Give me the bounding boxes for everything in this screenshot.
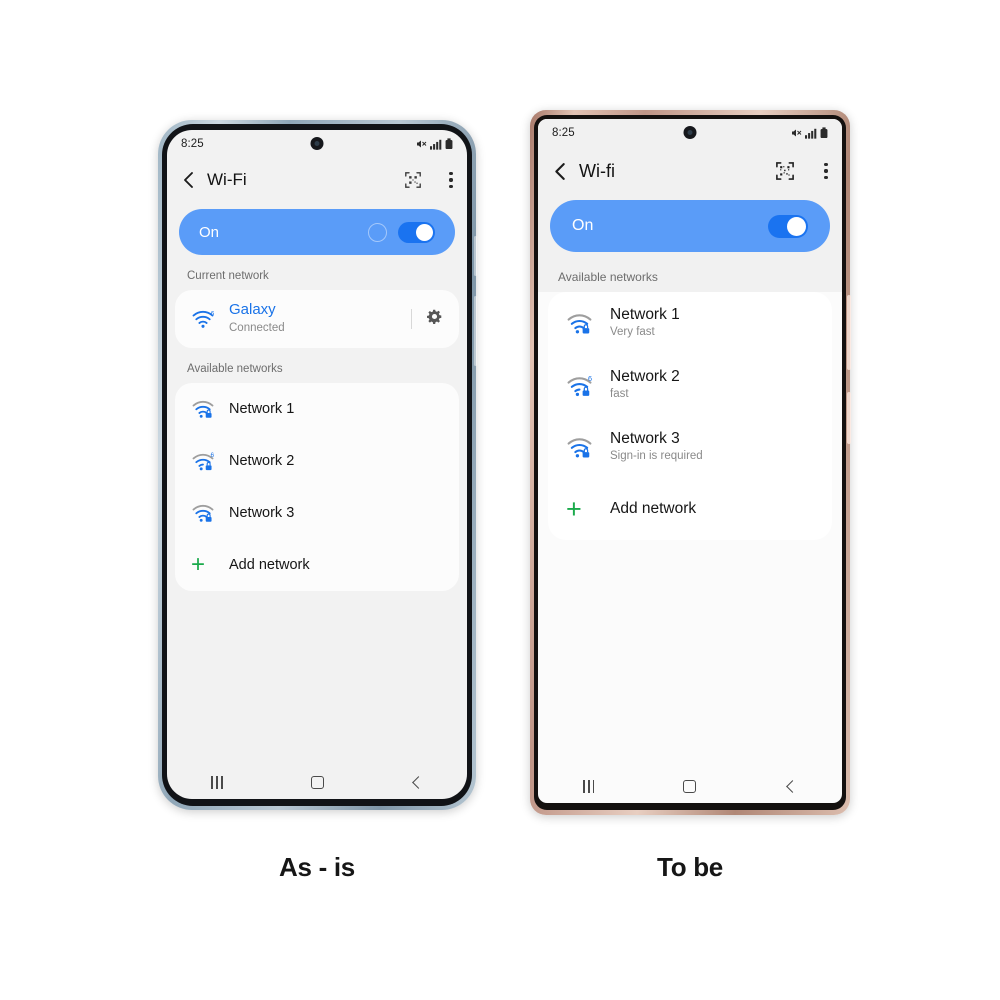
wifi-toggle-banner[interactable]: On [179,209,455,255]
phone-screen: 8:25 [538,119,842,803]
comparison-stage: 8:25 Wi-Fi On Current network 6 Galaxy C… [0,0,1000,1000]
caption-to-be: To be [657,852,723,882]
back-chevron-icon[interactable] [552,162,567,181]
svg-text:6: 6 [211,310,215,317]
network-status: fast [610,388,629,401]
row-divider [411,309,412,329]
battery-icon [820,126,828,138]
wifi-6-icon: 6 [191,309,229,329]
network-row[interactable]: 6 Network 2 fast [548,354,832,416]
network-row[interactable]: Network 3 [175,487,459,539]
app-bar: Wi-fi [538,146,842,196]
navigation-bar [538,769,842,803]
network-status: Sign-in is required [610,450,703,463]
status-bar: 8:25 [538,119,842,146]
wifi-lock-icon [566,312,610,335]
add-network-label: Add network [229,556,310,573]
wifi-toggle-banner[interactable]: On [550,200,830,252]
current-network-card: 6 Galaxy Connected [175,290,459,348]
qr-scan-icon[interactable] [776,162,794,180]
volume-button[interactable] [474,236,477,276]
wifi-lock-icon [191,503,229,523]
back-icon[interactable] [771,773,811,799]
wifi-switch[interactable] [398,221,435,243]
front-camera-punch-hole [683,126,697,139]
network-row[interactable]: 6 Network 2 [175,435,459,487]
signal-bars-icon [805,128,817,139]
screen-empty-area [167,591,467,765]
status-bar: 8:25 [167,130,467,157]
wifi-switch[interactable] [768,214,808,238]
screen-empty-area [538,540,842,769]
switch-knob [787,216,806,236]
kebab-menu-icon[interactable] [824,162,828,180]
power-button[interactable] [474,296,477,366]
mute-icon [417,140,427,147]
wifi-toggle-label: On [199,223,220,241]
network-status: Very fast [610,326,655,339]
wifi-toggle-label: On [572,217,594,234]
available-networks-card: Network 1 6 Network 2 Network 3 + Add ne… [175,383,459,591]
kebab-menu-icon[interactable] [449,171,453,189]
status-time: 8:25 [552,126,575,139]
wifi-6-lock-icon: 6 [566,374,610,397]
phone-mockup-as-is: 8:25 Wi-Fi On Current network 6 Galaxy C… [158,120,477,810]
add-network-row[interactable]: + Add network [175,539,459,591]
mute-icon [792,129,802,136]
qr-scan-icon[interactable] [405,172,421,188]
navigation-bar [167,765,467,799]
network-row[interactable]: Network 3 Sign-in is required [548,416,832,478]
signal-bars-icon [430,139,442,150]
network-row[interactable]: Network 1 Very fast [548,292,832,354]
app-bar: Wi-Fi [167,157,467,203]
phone-mockup-to-be: 8:25 Wi-fi On Available networks Network… [530,110,851,815]
gear-icon[interactable] [426,308,443,330]
volume-button[interactable] [847,295,851,370]
section-label-available-networks: Available networks [187,363,283,375]
wifi-6-lock-icon: 6 [191,451,229,471]
power-button[interactable] [847,392,851,444]
battery-icon [445,137,453,149]
network-name: Network 3 [610,430,680,448]
network-row[interactable]: Network 1 [175,383,459,435]
home-icon[interactable] [297,769,337,795]
plus-icon: + [191,551,206,578]
home-icon[interactable] [670,773,710,799]
switch-knob [416,223,433,241]
network-name: Network 1 [610,306,680,324]
network-row-connected[interactable]: 6 Galaxy Connected [175,290,459,348]
recents-icon[interactable] [197,769,237,795]
recents-icon[interactable] [569,773,609,799]
back-chevron-icon[interactable] [181,171,195,189]
page-title: Wi-fi [579,160,615,181]
back-icon[interactable] [397,769,437,795]
status-time: 8:25 [181,137,204,150]
toggle-banner-wrap: On [538,196,842,254]
svg-text:6: 6 [588,374,592,383]
network-name: Network 3 [229,504,295,521]
status-icons [790,126,828,139]
network-name: Network 2 [229,452,295,469]
phone-screen: 8:25 [167,130,467,799]
network-name: Network 1 [229,400,295,417]
plus-icon: + [566,493,582,524]
caption-as-is: As - is [279,852,355,882]
page-title: Wi-Fi [207,170,247,189]
loading-spinner-icon [368,222,387,242]
add-network-row[interactable]: + Add network [548,478,832,540]
add-network-label: Add network [610,500,697,518]
wifi-lock-icon [566,436,610,459]
svg-text:6: 6 [210,452,214,459]
network-name: Galaxy [229,301,276,319]
section-label-available-networks: Available networks [538,254,842,292]
network-status: Connected [229,322,285,335]
section-label-current-network: Current network [187,270,269,282]
network-name: Network 2 [610,368,680,386]
available-networks-card: Network 1 Very fast 6 Network 2 fast Net… [548,292,832,540]
front-camera-punch-hole [310,137,324,150]
status-icons [415,137,453,150]
wifi-lock-icon [191,399,229,419]
